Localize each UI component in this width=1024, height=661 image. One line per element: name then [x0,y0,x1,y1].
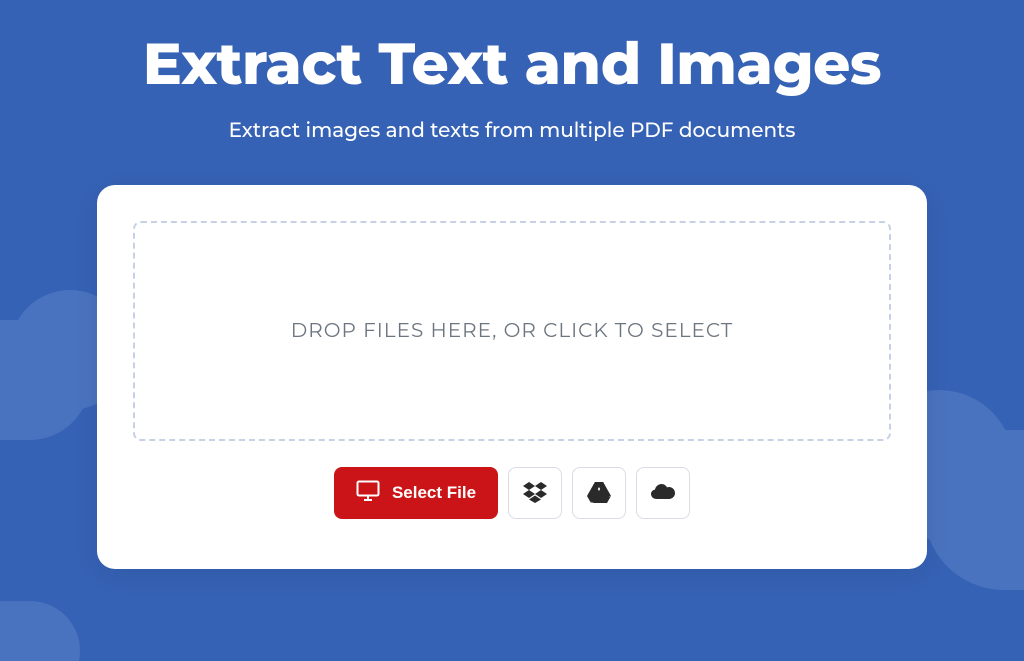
page-subtitle: Extract images and texts from multiple P… [0,119,1024,143]
computer-icon [356,480,380,507]
google-drive-icon [587,481,611,506]
select-file-button-label: Select File [392,483,476,503]
decorative-cloud [0,601,80,661]
dropbox-icon [523,481,547,506]
google-drive-button[interactable] [572,467,626,519]
upload-card: DROP FILES HERE, OR CLICK TO SELECT Sele… [97,185,927,569]
decorative-cloud [924,430,1024,590]
file-dropzone[interactable]: DROP FILES HERE, OR CLICK TO SELECT [133,221,891,441]
dropbox-button[interactable] [508,467,562,519]
page-title: Extract Text and Images [0,0,1024,99]
select-file-button[interactable]: Select File [334,467,498,519]
dropzone-instruction: DROP FILES HERE, OR CLICK TO SELECT [291,319,734,343]
onedrive-icon [651,481,675,506]
onedrive-button[interactable] [636,467,690,519]
upload-source-buttons: Select File [133,467,891,519]
decorative-cloud [0,320,90,440]
